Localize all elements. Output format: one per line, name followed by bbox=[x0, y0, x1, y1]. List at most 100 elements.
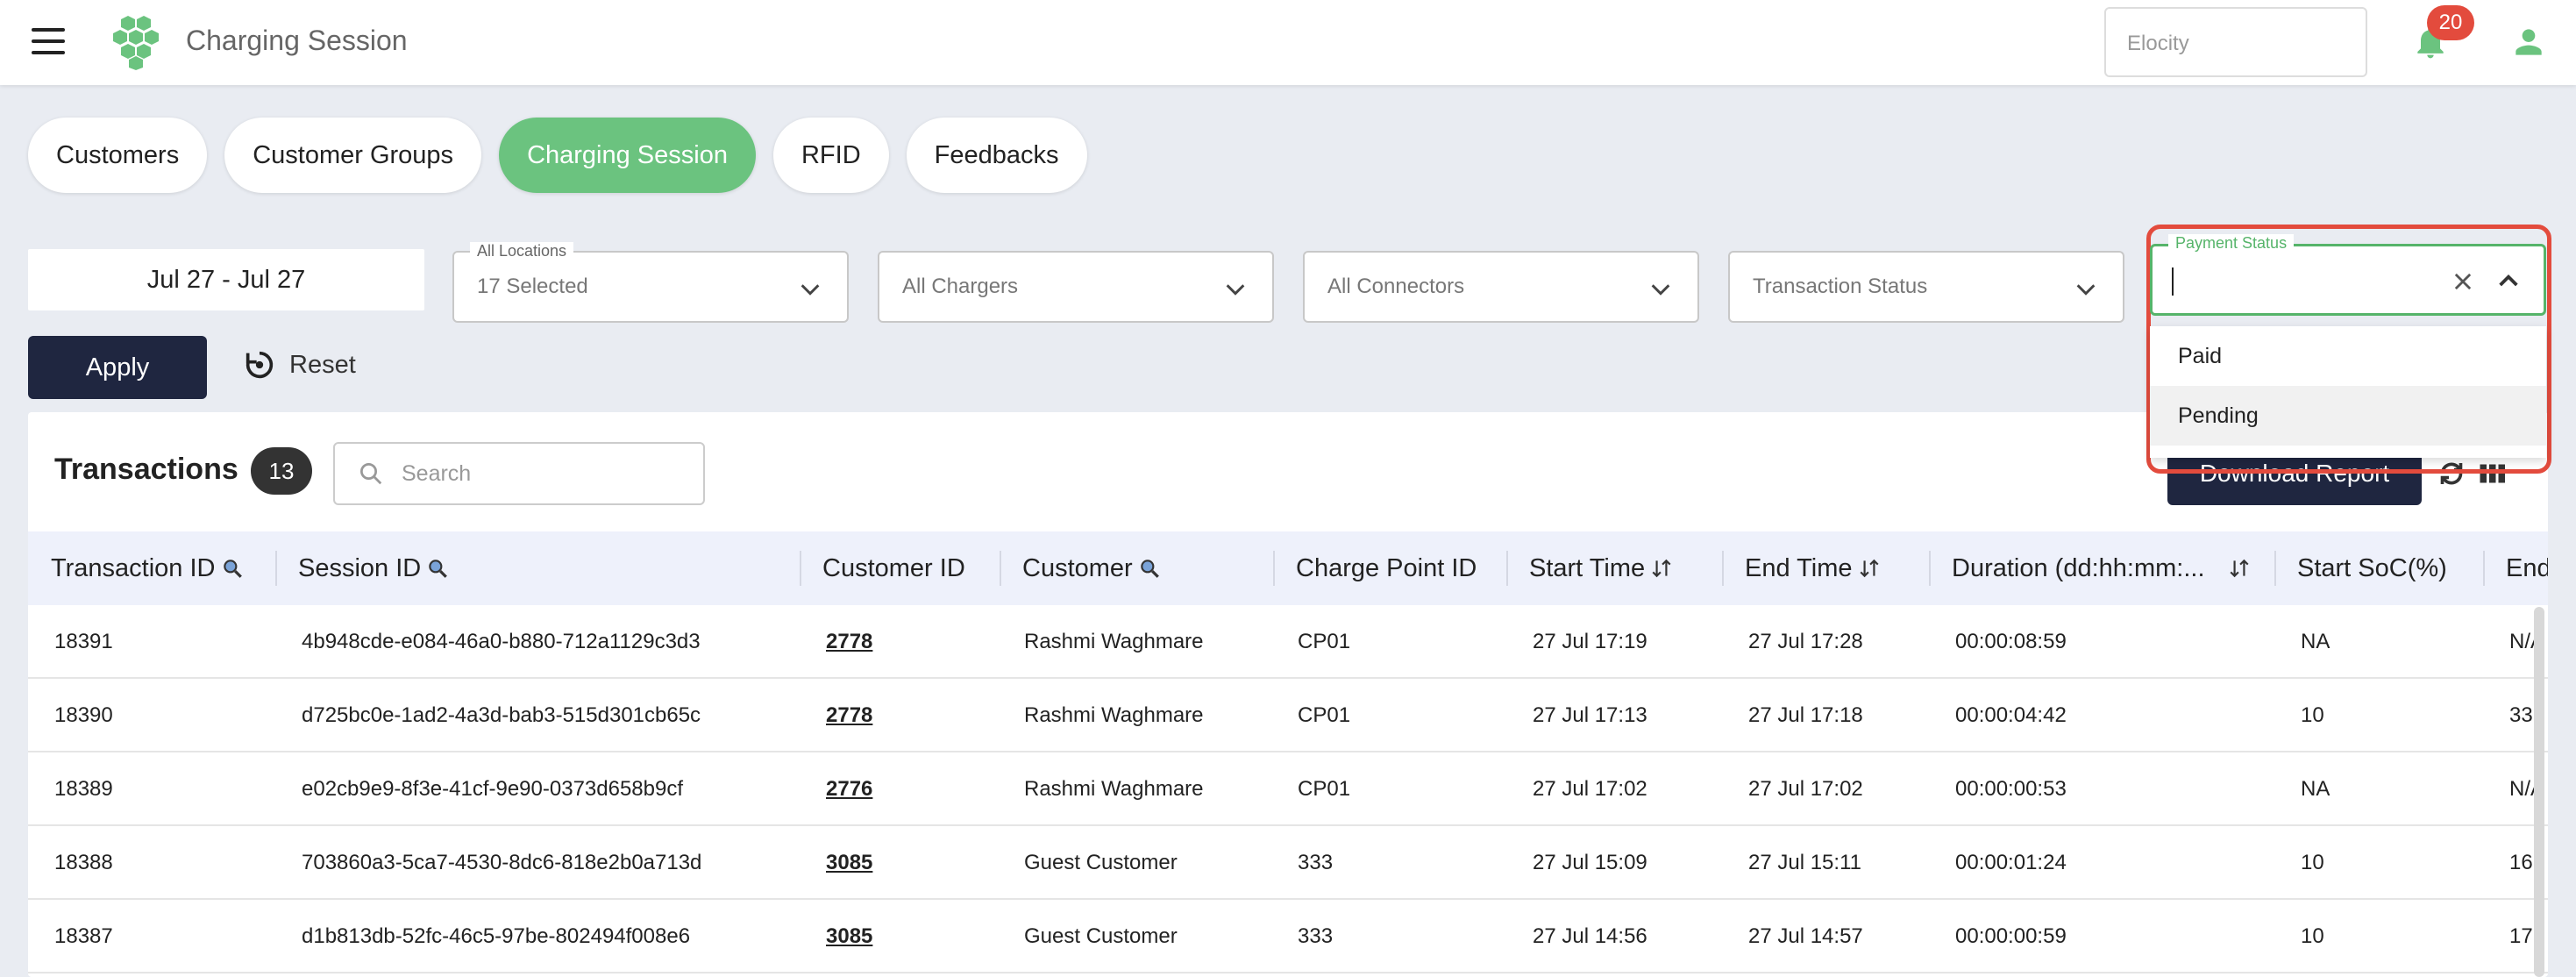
cell-customer: Guest Customer bbox=[1024, 924, 1178, 948]
cell-duration: 00:00:00:59 bbox=[1955, 924, 2067, 948]
hamburger-menu-icon[interactable] bbox=[32, 28, 65, 56]
search-icon[interactable] bbox=[426, 557, 449, 580]
cell-transaction-id: 18388 bbox=[54, 851, 113, 874]
table-row[interactable]: 18388 703860a3-5ca7-4530-8dc6-818e2b0a713… bbox=[28, 826, 2548, 900]
cell-start-soc: NA bbox=[2301, 630, 2330, 653]
user-avatar-icon[interactable] bbox=[2509, 23, 2548, 61]
table-row[interactable]: 18387 d1b813db-52fc-46c5-97be-802494f008e… bbox=[28, 900, 2548, 973]
transactions-count-badge: 13 bbox=[251, 447, 312, 495]
page-title: Charging Session bbox=[186, 25, 408, 56]
cell-session-id: d725bc0e-1ad2-4a3d-bab3-515d301cb65c bbox=[302, 703, 701, 727]
table-row[interactable]: 18390 d725bc0e-1ad2-4a3d-bab3-515d301cb65… bbox=[28, 679, 2548, 752]
reset-icon bbox=[246, 351, 274, 379]
cell-end-soc: 17 bbox=[2509, 924, 2533, 948]
cell-start-soc: 10 bbox=[2301, 924, 2324, 948]
cell-start-time: 27 Jul 17:13 bbox=[1533, 703, 1647, 727]
option-pending[interactable]: Pending bbox=[2150, 386, 2546, 446]
cell-session-id: e02cb9e9-8f3e-41cf-9e90-0373d658b9cf bbox=[302, 777, 684, 801]
apply-button[interactable]: Apply bbox=[28, 336, 207, 399]
cell-session-id: 703860a3-5ca7-4530-8dc6-818e2b0a713d bbox=[302, 851, 702, 874]
chargers-select[interactable]: All Chargers bbox=[878, 251, 1274, 323]
tab-customer-groups[interactable]: Customer Groups bbox=[224, 118, 482, 193]
header-charge-point-id[interactable]: Charge Point ID bbox=[1296, 531, 1477, 605]
table-scrollbar[interactable] bbox=[2534, 607, 2544, 977]
table-row[interactable]: 18389 e02cb9e9-8f3e-41cf-9e90-0373d658b9c… bbox=[28, 752, 2548, 826]
tab-rfid[interactable]: RFID bbox=[772, 118, 889, 193]
cell-end-time: 27 Jul 17:28 bbox=[1748, 630, 1863, 653]
reset-button[interactable]: Reset bbox=[242, 347, 356, 382]
text-cursor bbox=[2172, 267, 2174, 296]
tab-customers[interactable]: Customers bbox=[28, 118, 208, 193]
chevron-down-icon bbox=[2076, 284, 2096, 296]
header-label: Start Time bbox=[1529, 553, 1646, 582]
date-range-picker[interactable]: Jul 27 - Jul 27 bbox=[28, 249, 424, 310]
cell-customer: Rashmi Waghmare bbox=[1024, 630, 1204, 653]
transaction-status-select[interactable]: Transaction Status bbox=[1728, 251, 2124, 323]
cell-customer-id[interactable]: 3085 bbox=[826, 900, 872, 973]
chevron-down-icon bbox=[1651, 284, 1670, 296]
cell-customer-id[interactable]: 2778 bbox=[826, 679, 872, 752]
close-icon[interactable] bbox=[2451, 269, 2475, 294]
cell-customer-id[interactable]: 2776 bbox=[826, 752, 872, 826]
cell-start-time: 27 Jul 14:56 bbox=[1533, 924, 1647, 948]
header-label: Duration (dd:hh:mm:... bbox=[1952, 553, 2205, 582]
cell-customer-id[interactable]: 2778 bbox=[826, 605, 872, 679]
transaction-status-value: Transaction Status bbox=[1753, 275, 1928, 298]
cell-transaction-id: 18387 bbox=[54, 924, 113, 948]
cell-charge-point-id: CP01 bbox=[1298, 630, 1351, 653]
header-end-soc[interactable]: End bbox=[2506, 531, 2548, 605]
sort-icon[interactable] bbox=[1650, 557, 1673, 580]
cell-customer: Rashmi Waghmare bbox=[1024, 777, 1204, 801]
transactions-title: Transactions bbox=[54, 453, 238, 486]
chevron-up-icon[interactable] bbox=[2494, 267, 2523, 296]
organization-select[interactable]: Elocity bbox=[2104, 7, 2367, 77]
connectors-select[interactable]: All Connectors bbox=[1303, 251, 1699, 323]
search-icon[interactable] bbox=[221, 557, 244, 580]
locations-label: All Locations bbox=[470, 242, 574, 260]
search-input[interactable]: Search bbox=[333, 442, 705, 505]
header-session-id[interactable]: Session ID bbox=[298, 531, 449, 605]
cell-duration: 00:00:01:24 bbox=[1955, 851, 2067, 874]
cell-customer-id[interactable]: 3085 bbox=[826, 826, 872, 900]
search-icon[interactable] bbox=[1138, 557, 1161, 580]
tab-charging-session[interactable]: Charging Session bbox=[499, 118, 756, 193]
header-end-time[interactable]: End Time bbox=[1745, 531, 1881, 605]
header-transaction-id[interactable]: Transaction ID bbox=[51, 531, 244, 605]
top-bar: Charging Session Elocity 20 bbox=[0, 0, 2576, 85]
option-paid[interactable]: Paid bbox=[2150, 326, 2546, 386]
cell-start-soc: NA bbox=[2301, 777, 2330, 801]
payment-status-menu: Paid Pending bbox=[2150, 326, 2546, 458]
payment-status-label: Payment Status bbox=[2168, 234, 2295, 253]
header-label: Session ID bbox=[298, 553, 422, 582]
table-header: Transaction ID Session ID Customer ID Cu… bbox=[28, 531, 2548, 605]
sort-icon[interactable] bbox=[1858, 557, 1881, 580]
reset-label: Reset bbox=[289, 350, 356, 379]
header-customer[interactable]: Customer bbox=[1022, 531, 1161, 605]
cell-start-time: 27 Jul 17:19 bbox=[1533, 630, 1647, 653]
chevron-down-icon bbox=[801, 284, 820, 296]
notification-badge: 20 bbox=[2427, 5, 2474, 40]
cell-customer: Guest Customer bbox=[1024, 851, 1178, 874]
logo-icon bbox=[113, 16, 159, 70]
cell-transaction-id: 18389 bbox=[54, 777, 113, 801]
header-duration[interactable]: Duration (dd:hh:mm:... bbox=[1952, 531, 2251, 605]
table-row[interactable]: 18391 4b948cde-e084-46a0-b880-712a1129c3d… bbox=[28, 605, 2548, 679]
header-customer-id[interactable]: Customer ID bbox=[822, 531, 965, 605]
header-label: Transaction ID bbox=[51, 553, 216, 582]
connectors-value: All Connectors bbox=[1327, 275, 1465, 298]
chevron-down-icon bbox=[1226, 284, 1245, 296]
payment-status-input[interactable]: Payment Status bbox=[2150, 234, 2546, 316]
transactions-card: Transactions 13 Search Download Report T… bbox=[28, 412, 2548, 977]
tab-feedbacks[interactable]: Feedbacks bbox=[906, 118, 1087, 193]
header-start-soc[interactable]: Start SoC(%) bbox=[2297, 531, 2447, 605]
cell-transaction-id: 18390 bbox=[54, 703, 113, 727]
cell-end-time: 27 Jul 17:02 bbox=[1748, 777, 1863, 801]
locations-select[interactable]: All Locations 17 Selected bbox=[452, 242, 849, 323]
sort-icon[interactable] bbox=[2228, 557, 2251, 580]
header-start-time[interactable]: Start Time bbox=[1529, 531, 1673, 605]
cell-start-soc: 10 bbox=[2301, 703, 2324, 727]
cell-end-time: 27 Jul 14:57 bbox=[1748, 924, 1863, 948]
cell-customer: Rashmi Waghmare bbox=[1024, 703, 1204, 727]
cell-start-time: 27 Jul 17:02 bbox=[1533, 777, 1647, 801]
cell-end-soc: 33 bbox=[2509, 703, 2533, 727]
